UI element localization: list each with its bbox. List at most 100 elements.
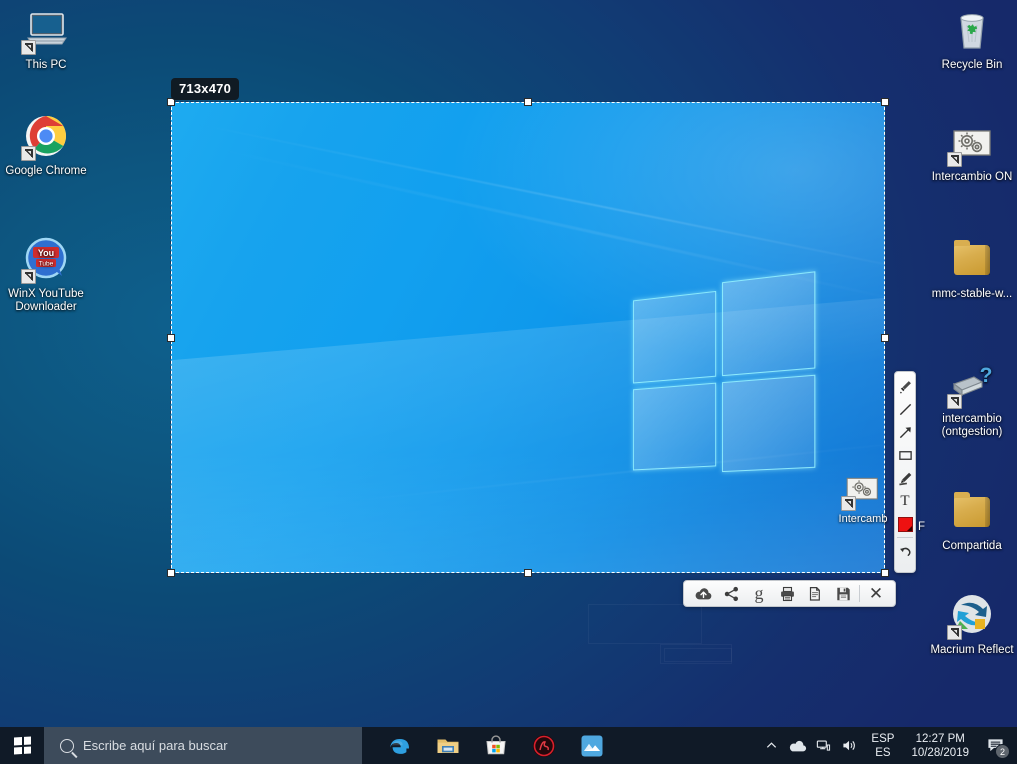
google-search-button[interactable]: g — [745, 582, 773, 605]
desktop-icon-label: This PC — [25, 59, 67, 71]
network-drive-unknown-icon: ? — [947, 360, 996, 409]
save-button[interactable] — [829, 582, 857, 605]
upload-cloud-button[interactable] — [689, 582, 717, 605]
undo-tool[interactable] — [895, 540, 915, 563]
wallpaper-streak — [190, 122, 885, 280]
desktop-screen[interactable]: This PC Google Chrome You Tube WinX YouT… — [0, 0, 1017, 764]
desktop-icon-compartida[interactable]: Compartida — [926, 487, 1017, 553]
language-indicator[interactable]: ESP ES — [862, 732, 903, 760]
desktop-icon-mmc-stable[interactable]: mmc-stable-w... — [926, 235, 1017, 301]
macrium-reflect-icon — [947, 591, 996, 640]
rectangle-tool[interactable] — [895, 444, 915, 467]
text-tool[interactable]: T — [895, 490, 915, 513]
resize-handle-top-right[interactable] — [881, 98, 889, 106]
desktop-icon-label: WinX YouTube Downloader — [8, 288, 84, 313]
svg-text:You: You — [38, 248, 54, 258]
onedrive-icon[interactable] — [784, 727, 810, 764]
taskbar-pinned-apps — [376, 727, 616, 764]
search-placeholder: Escribe aquí para buscar — [83, 738, 228, 753]
resize-handle-top-center[interactable] — [524, 98, 532, 106]
desktop-icon-this-pc[interactable]: This PC — [0, 6, 92, 72]
show-hidden-icons-button[interactable] — [758, 727, 784, 764]
desktop-icon-label: mmc-stable-w... — [931, 288, 1013, 300]
clock[interactable]: 12:27 PM 10/28/2019 — [903, 732, 977, 760]
shortcut-overlay-icon — [841, 496, 856, 511]
svg-text:Tube: Tube — [39, 261, 54, 268]
svg-text:?: ? — [980, 364, 993, 387]
screenshot-selection-region[interactable] — [167, 98, 889, 577]
ghost-outline — [588, 604, 702, 644]
volume-icon[interactable] — [836, 727, 862, 764]
text-tool-glyph: T — [900, 493, 910, 509]
desktop-icon-intercamb-occluded[interactable]: Intercamb — [833, 474, 893, 526]
folder-icon — [948, 487, 996, 535]
close-button[interactable]: ✕ — [862, 582, 890, 605]
capture-size-badge: 713x470 — [171, 78, 240, 100]
shortcut-overlay-icon — [21, 146, 36, 161]
desktop-icon-label: Recycle Bin — [941, 59, 1003, 71]
google-chrome-icon — [21, 112, 70, 161]
desktop-icon-google-chrome[interactable]: Google Chrome — [0, 112, 92, 178]
desktop-icon-label: Compartida — [942, 540, 1002, 552]
desktop-icon-label: Intercambio ON — [931, 171, 1013, 183]
color-swatch-button[interactable] — [895, 513, 915, 536]
clock-time: 12:27 PM — [915, 732, 965, 745]
taskbar-blue-app[interactable] — [568, 727, 616, 764]
windows-logo-icon — [13, 736, 31, 755]
taskbar-edge[interactable] — [376, 727, 424, 764]
resize-handle-bottom-center[interactable] — [524, 569, 532, 577]
taskbar-file-explorer[interactable] — [424, 727, 472, 764]
desktop-icon-recycle-bin[interactable]: Recycle Bin — [926, 6, 1017, 72]
taskbar-red-app[interactable] — [520, 727, 568, 764]
desktop-icon-label-partial: F — [918, 521, 926, 533]
desktop-icon-label: Intercamb — [838, 513, 888, 525]
ghost-outline — [664, 648, 732, 662]
capture-action-toolbar[interactable]: g ✕ — [683, 580, 896, 607]
copy-button[interactable] — [801, 582, 829, 605]
captured-wallpaper-preview — [171, 102, 885, 573]
start-button[interactable] — [0, 727, 44, 764]
desktop-icon-label: Macrium Reflect — [930, 644, 1014, 656]
resize-handle-middle-left[interactable] — [167, 334, 175, 342]
system-tray: ESP ES 12:27 PM 10/28/2019 2 — [758, 727, 1017, 764]
clock-date: 10/28/2019 — [911, 746, 969, 759]
desktop-icon-macrium-reflect[interactable]: Macrium Reflect — [926, 591, 1017, 657]
notification-center-button[interactable]: 2 — [977, 727, 1013, 764]
gears-window-icon — [947, 118, 996, 167]
shortcut-overlay-icon — [947, 625, 962, 640]
search-icon — [60, 738, 74, 753]
pencil-tool[interactable] — [895, 467, 915, 490]
resize-handle-bottom-left[interactable] — [167, 569, 175, 577]
shortcut-overlay-icon — [947, 394, 962, 409]
resize-handle-middle-right[interactable] — [881, 334, 889, 342]
gears-window-icon — [841, 474, 882, 511]
resize-handle-bottom-right[interactable] — [881, 569, 889, 577]
arrow-tool[interactable] — [895, 421, 915, 444]
network-icon[interactable] — [810, 727, 836, 764]
folder-icon — [948, 235, 996, 283]
line-tool[interactable] — [895, 398, 915, 421]
windows-logo-watermark — [632, 271, 822, 477]
language-bottom: ES — [875, 746, 891, 759]
desktop-icon-intercambio-on[interactable]: Intercambio ON — [926, 118, 1017, 184]
shortcut-overlay-icon — [21, 40, 36, 55]
desktop-icon-intercambio-ontgestion[interactable]: ? intercambio (ontgestion) — [926, 360, 1017, 439]
desktop-icon-winx-youtube-downloader[interactable]: You Tube WinX YouTube Downloader — [0, 235, 92, 314]
close-glyph: ✕ — [868, 584, 884, 603]
ghost-outline — [660, 644, 732, 664]
annotation-tool-palette[interactable]: T — [894, 371, 916, 573]
color-swatch — [897, 517, 913, 532]
winx-youtube-downloader-icon: You Tube — [21, 235, 70, 284]
palette-divider — [897, 537, 913, 538]
print-button[interactable] — [773, 582, 801, 605]
google-g-glyph: g — [754, 583, 764, 603]
shortcut-overlay-icon — [947, 152, 962, 167]
recycle-bin-icon — [948, 6, 996, 54]
taskbar[interactable]: Escribe aquí para buscar ESP ES 12:27 PM… — [0, 727, 1017, 764]
highlighter-tool[interactable] — [895, 375, 915, 398]
language-top: ESP — [871, 732, 895, 745]
share-button[interactable] — [717, 582, 745, 605]
desktop-icon-label: intercambio (ontgestion) — [941, 413, 1003, 438]
search-input[interactable]: Escribe aquí para buscar — [44, 727, 362, 764]
taskbar-microsoft-store[interactable] — [472, 727, 520, 764]
